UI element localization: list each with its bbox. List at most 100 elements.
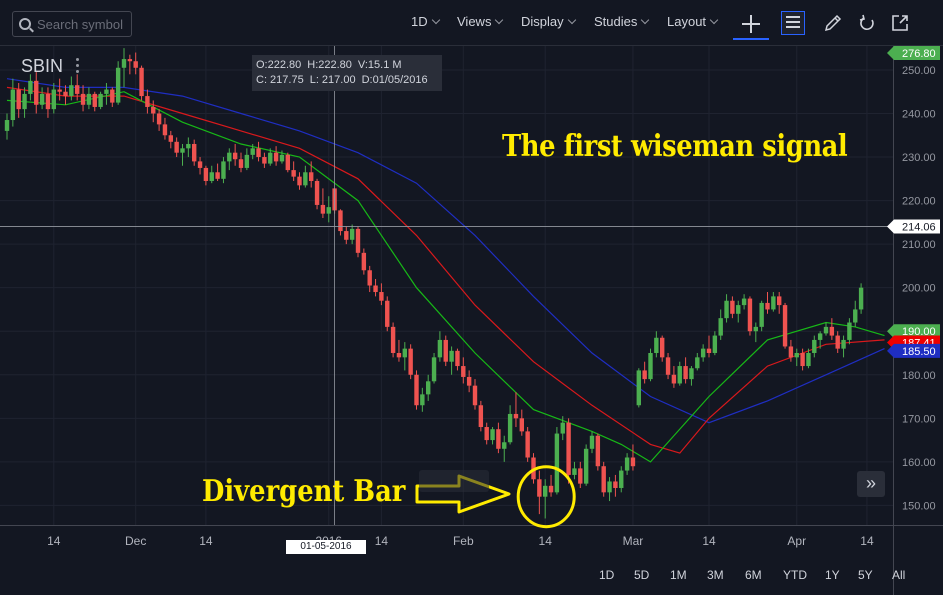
- search-icon: [19, 18, 31, 30]
- wiseman-signal-annotation: The first wiseman signal: [502, 129, 848, 164]
- ohlc-date: D:01/05/2016: [361, 74, 428, 86]
- candle: [736, 300, 741, 323]
- candle: [466, 370, 472, 393]
- plus-icon[interactable]: [733, 10, 769, 40]
- candle-body: [812, 339, 817, 353]
- range-button-5y[interactable]: 5Y: [858, 568, 873, 582]
- candle: [4, 113, 10, 140]
- candle: [180, 143, 185, 166]
- candle-body: [741, 298, 747, 306]
- y-tick-label: 180.00: [902, 370, 936, 382]
- candle-body: [75, 85, 80, 94]
- candle-body: [724, 300, 729, 319]
- studies-label: Studies: [594, 14, 638, 29]
- news-icon[interactable]: [781, 11, 805, 35]
- scroll-nav-button: [419, 470, 489, 492]
- candle-body: [426, 381, 431, 395]
- candle-body: [595, 435, 601, 467]
- candle-body: [730, 300, 735, 314]
- symbol-name[interactable]: SBIN: [21, 56, 63, 77]
- candle: [273, 146, 279, 166]
- pencil-icon[interactable]: [822, 12, 844, 34]
- range-button-ytd[interactable]: YTD: [783, 568, 807, 582]
- candle: [747, 296, 753, 336]
- more-options-icon[interactable]: [76, 58, 80, 76]
- candle-body: [244, 154, 250, 168]
- candle-body: [431, 357, 437, 382]
- candle-body: [472, 385, 478, 406]
- candle: [127, 54, 133, 75]
- interval-label: 1D: [411, 14, 428, 29]
- price-label-text: 185.50: [902, 346, 936, 358]
- candle-body: [806, 352, 811, 367]
- range-button-1y[interactable]: 1Y: [825, 568, 840, 582]
- candle-body: [519, 418, 524, 432]
- candle-body: [759, 302, 764, 327]
- candle-body: [227, 152, 232, 162]
- candle-body: [706, 348, 712, 353]
- candle: [461, 357, 466, 384]
- candle: [344, 226, 349, 245]
- views-menu[interactable]: Views: [457, 14, 504, 29]
- candle-body: [390, 326, 396, 353]
- interval-button[interactable]: 1D: [411, 14, 440, 29]
- candle-body: [51, 89, 56, 110]
- candle: [700, 344, 706, 362]
- candle-body: [513, 413, 519, 419]
- candle-body: [537, 479, 542, 497]
- candle: [51, 83, 56, 114]
- candle-body: [250, 148, 255, 155]
- undo-icon[interactable]: [856, 12, 878, 34]
- symbol-search-box[interactable]: [12, 11, 132, 37]
- candle-body: [841, 339, 846, 349]
- candle: [285, 152, 290, 173]
- candle-body: [624, 457, 630, 471]
- studies-menu[interactable]: Studies: [594, 14, 650, 29]
- range-button-1m[interactable]: 1M: [670, 568, 687, 582]
- candle-body: [572, 468, 577, 475]
- candle: [765, 292, 770, 314]
- divergent-bar-annotation: Divergent Bar: [202, 474, 406, 509]
- candle: [449, 346, 454, 375]
- chevron-down-icon: [709, 15, 719, 25]
- candle-body: [466, 376, 472, 386]
- price-label: 276.80: [887, 46, 940, 60]
- x-tick-label: Dec: [125, 534, 146, 548]
- candle: [168, 130, 173, 149]
- candle: [104, 83, 109, 105]
- candle-body: [221, 161, 226, 179]
- display-menu[interactable]: Display: [521, 14, 576, 29]
- candle-body: [156, 113, 162, 125]
- candle: [601, 461, 606, 497]
- candle: [695, 352, 700, 371]
- range-button-5d[interactable]: 5D: [634, 568, 649, 582]
- candle-body: [203, 167, 209, 181]
- candle: [291, 161, 296, 181]
- candle-body: [279, 154, 285, 162]
- search-input[interactable]: [37, 16, 127, 32]
- popout-icon[interactable]: [889, 12, 911, 34]
- candle-body: [607, 481, 612, 493]
- candle-body: [502, 442, 507, 449]
- candle: [619, 466, 624, 493]
- candle: [677, 361, 682, 386]
- range-button-all[interactable]: All: [892, 568, 905, 582]
- price-label: 185.50: [887, 343, 940, 358]
- candle: [525, 427, 530, 462]
- double-chevron-right-icon[interactable]: »: [857, 471, 885, 497]
- candle: [203, 165, 209, 186]
- x-tick-label: 14: [199, 534, 213, 548]
- layout-menu[interactable]: Layout: [667, 14, 719, 29]
- candle: [613, 474, 618, 497]
- candle: [390, 322, 396, 358]
- candle: [92, 91, 97, 112]
- candle-body: [349, 228, 355, 240]
- range-button-3m[interactable]: 3M: [707, 568, 724, 582]
- candle: [156, 109, 162, 131]
- range-button-6m[interactable]: 6M: [745, 568, 762, 582]
- range-button-1d[interactable]: 1D: [599, 568, 614, 582]
- candle: [554, 427, 560, 495]
- candle: [689, 366, 694, 386]
- candle: [724, 294, 729, 323]
- candle-body: [338, 210, 343, 232]
